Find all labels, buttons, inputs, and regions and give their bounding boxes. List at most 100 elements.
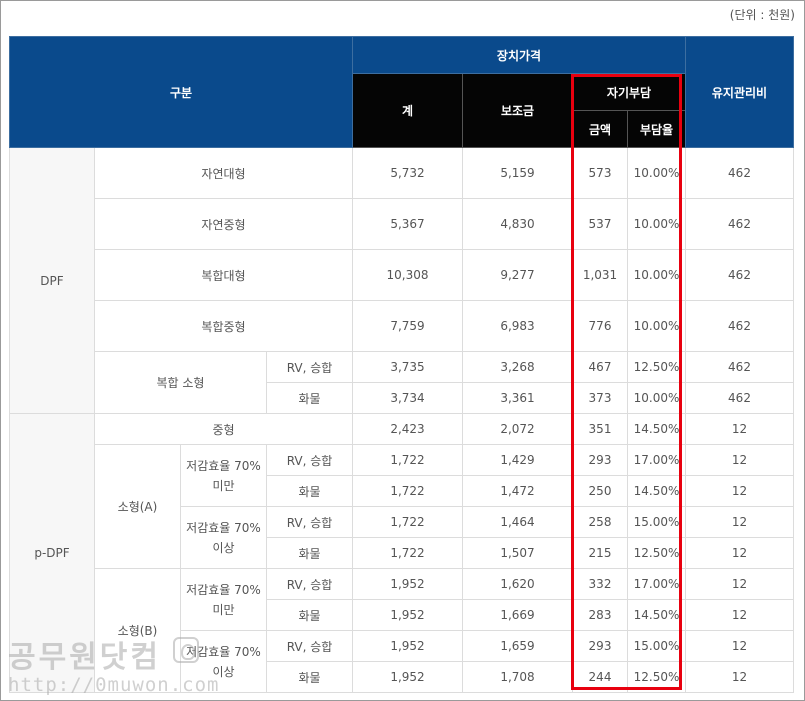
cell-subsidy: 1,669 [462, 599, 573, 631]
cell-amount: 1,031 [572, 249, 628, 301]
cell-ratio: 12.50% [627, 537, 686, 569]
cell-total: 1,952 [352, 599, 463, 631]
cell-maintenance: 12 [685, 475, 794, 507]
group-eff-over-70: 저감효율 70% 이상 [180, 630, 267, 693]
cell-ratio: 10.00% [627, 147, 686, 199]
row-label: 화물 [266, 537, 353, 569]
cell-ratio: 10.00% [627, 382, 686, 414]
cell-amount: 215 [572, 537, 628, 569]
table-row: p-DPF 중형 2,423 2,072 351 14.50% 12 [9, 413, 794, 693]
cell-subsidy: 1,659 [462, 630, 573, 662]
row-label: 자연대형 [94, 147, 353, 199]
cell-maintenance: 12 [685, 444, 794, 476]
row-label: RV, 승합 [266, 568, 353, 600]
cell-maintenance: 462 [685, 382, 794, 414]
table-row: 복합중형 7,759 6,983 776 10.00% 462 [10, 300, 794, 352]
group-eff-under-70: 저감효율 70% 미만 [180, 568, 267, 631]
cell-total: 10,308 [352, 249, 463, 301]
header-category: 구분 [9, 36, 353, 148]
cell-ratio: 17.00% [627, 444, 686, 476]
header-subsidy: 보조금 [462, 73, 573, 148]
cell-subsidy: 2,072 [462, 413, 573, 445]
cell-ratio: 15.00% [627, 506, 686, 538]
cell-amount: 467 [572, 351, 628, 383]
cell-total: 1,722 [352, 506, 463, 538]
cell-amount: 258 [572, 506, 628, 538]
cell-subsidy: 9,277 [462, 249, 573, 301]
table-row: 복합 소형 RV, 승합 3,735 3,268 467 12.50% 462 [10, 351, 794, 414]
cell-ratio: 10.00% [627, 300, 686, 352]
cell-total: 2,423 [352, 413, 463, 445]
cell-ratio: 15.00% [627, 630, 686, 662]
cell-ratio: 10.00% [627, 249, 686, 301]
group-pdpf: p-DPF [9, 413, 95, 693]
row-label: RV, 승합 [266, 444, 353, 476]
cell-subsidy: 5,159 [462, 147, 573, 199]
cell-maintenance: 12 [685, 661, 794, 693]
group-small-b: 소형(B) [94, 568, 181, 693]
cell-total: 5,367 [352, 198, 463, 250]
cell-total: 1,722 [352, 475, 463, 507]
table-row: 소형(B) 저감효율 70% 미만 RV, 승합 1,952 1,620 332… [10, 568, 794, 693]
group-eff-over-70: 저감효율 70% 이상 [180, 506, 267, 569]
cell-amount: 351 [572, 413, 628, 445]
cell-total: 3,735 [352, 351, 463, 383]
header-total: 계 [352, 73, 463, 148]
group-dpf: DPF [9, 147, 95, 414]
row-label: RV, 승합 [266, 630, 353, 662]
cell-ratio: 10.00% [627, 198, 686, 250]
cell-subsidy: 3,268 [462, 351, 573, 383]
row-label: 복합중형 [94, 300, 353, 352]
cell-subsidy: 3,361 [462, 382, 573, 414]
group-compound-small: 복합 소형 [94, 351, 267, 414]
cell-total: 5,732 [352, 147, 463, 199]
cell-maintenance: 12 [685, 630, 794, 662]
cell-subsidy: 1,620 [462, 568, 573, 600]
cell-total: 1,952 [352, 630, 463, 662]
cell-ratio: 12.50% [627, 661, 686, 693]
cell-maintenance: 12 [685, 413, 794, 445]
group-eff-under-70: 저감효율 70% 미만 [180, 444, 267, 507]
cell-subsidy: 6,983 [462, 300, 573, 352]
cell-total: 1,952 [352, 661, 463, 693]
cell-maintenance: 12 [685, 568, 794, 600]
cell-amount: 373 [572, 382, 628, 414]
cell-amount: 244 [572, 661, 628, 693]
table-row: DPF 자연대형 5,732 5,159 573 10.00% 462 [9, 147, 794, 414]
cell-amount: 293 [572, 444, 628, 476]
row-label: 화물 [266, 661, 353, 693]
cell-total: 1,722 [352, 444, 463, 476]
header-amount: 금액 [572, 110, 628, 148]
cell-ratio: 14.50% [627, 599, 686, 631]
header-self-pay: 자기부담 [572, 73, 686, 111]
cell-subsidy: 1,472 [462, 475, 573, 507]
cell-maintenance: 462 [685, 249, 794, 301]
cell-subsidy: 4,830 [462, 198, 573, 250]
row-label: 화물 [266, 475, 353, 507]
cell-subsidy: 1,708 [462, 661, 573, 693]
cell-maintenance: 462 [685, 351, 794, 383]
cell-amount: 250 [572, 475, 628, 507]
cell-maintenance: 462 [685, 198, 794, 250]
cell-amount: 283 [572, 599, 628, 631]
cell-total: 3,734 [352, 382, 463, 414]
group-small-a: 소형(A) [94, 444, 181, 569]
row-label: 중형 [94, 413, 353, 445]
cell-maintenance: 12 [685, 506, 794, 538]
cell-subsidy: 1,429 [462, 444, 573, 476]
row-label: 복합대형 [94, 249, 353, 301]
cell-amount: 776 [572, 300, 628, 352]
row-label: 자연중형 [94, 198, 353, 250]
cell-subsidy: 1,507 [462, 537, 573, 569]
header-maintenance: 유지관리비 [685, 36, 794, 148]
cell-total: 7,759 [352, 300, 463, 352]
cell-maintenance: 462 [685, 147, 794, 199]
subsidy-price-table: 구분 장치가격 유지관리비 계 보조금 자기부담 금액 부담율 DPF 자연대형… [9, 36, 794, 693]
cell-ratio: 14.50% [627, 475, 686, 507]
cell-total: 1,722 [352, 537, 463, 569]
cell-ratio: 17.00% [627, 568, 686, 600]
row-label: RV, 승합 [266, 351, 353, 383]
cell-total: 1,952 [352, 568, 463, 600]
row-label: 화물 [266, 382, 353, 414]
cell-amount: 293 [572, 630, 628, 662]
